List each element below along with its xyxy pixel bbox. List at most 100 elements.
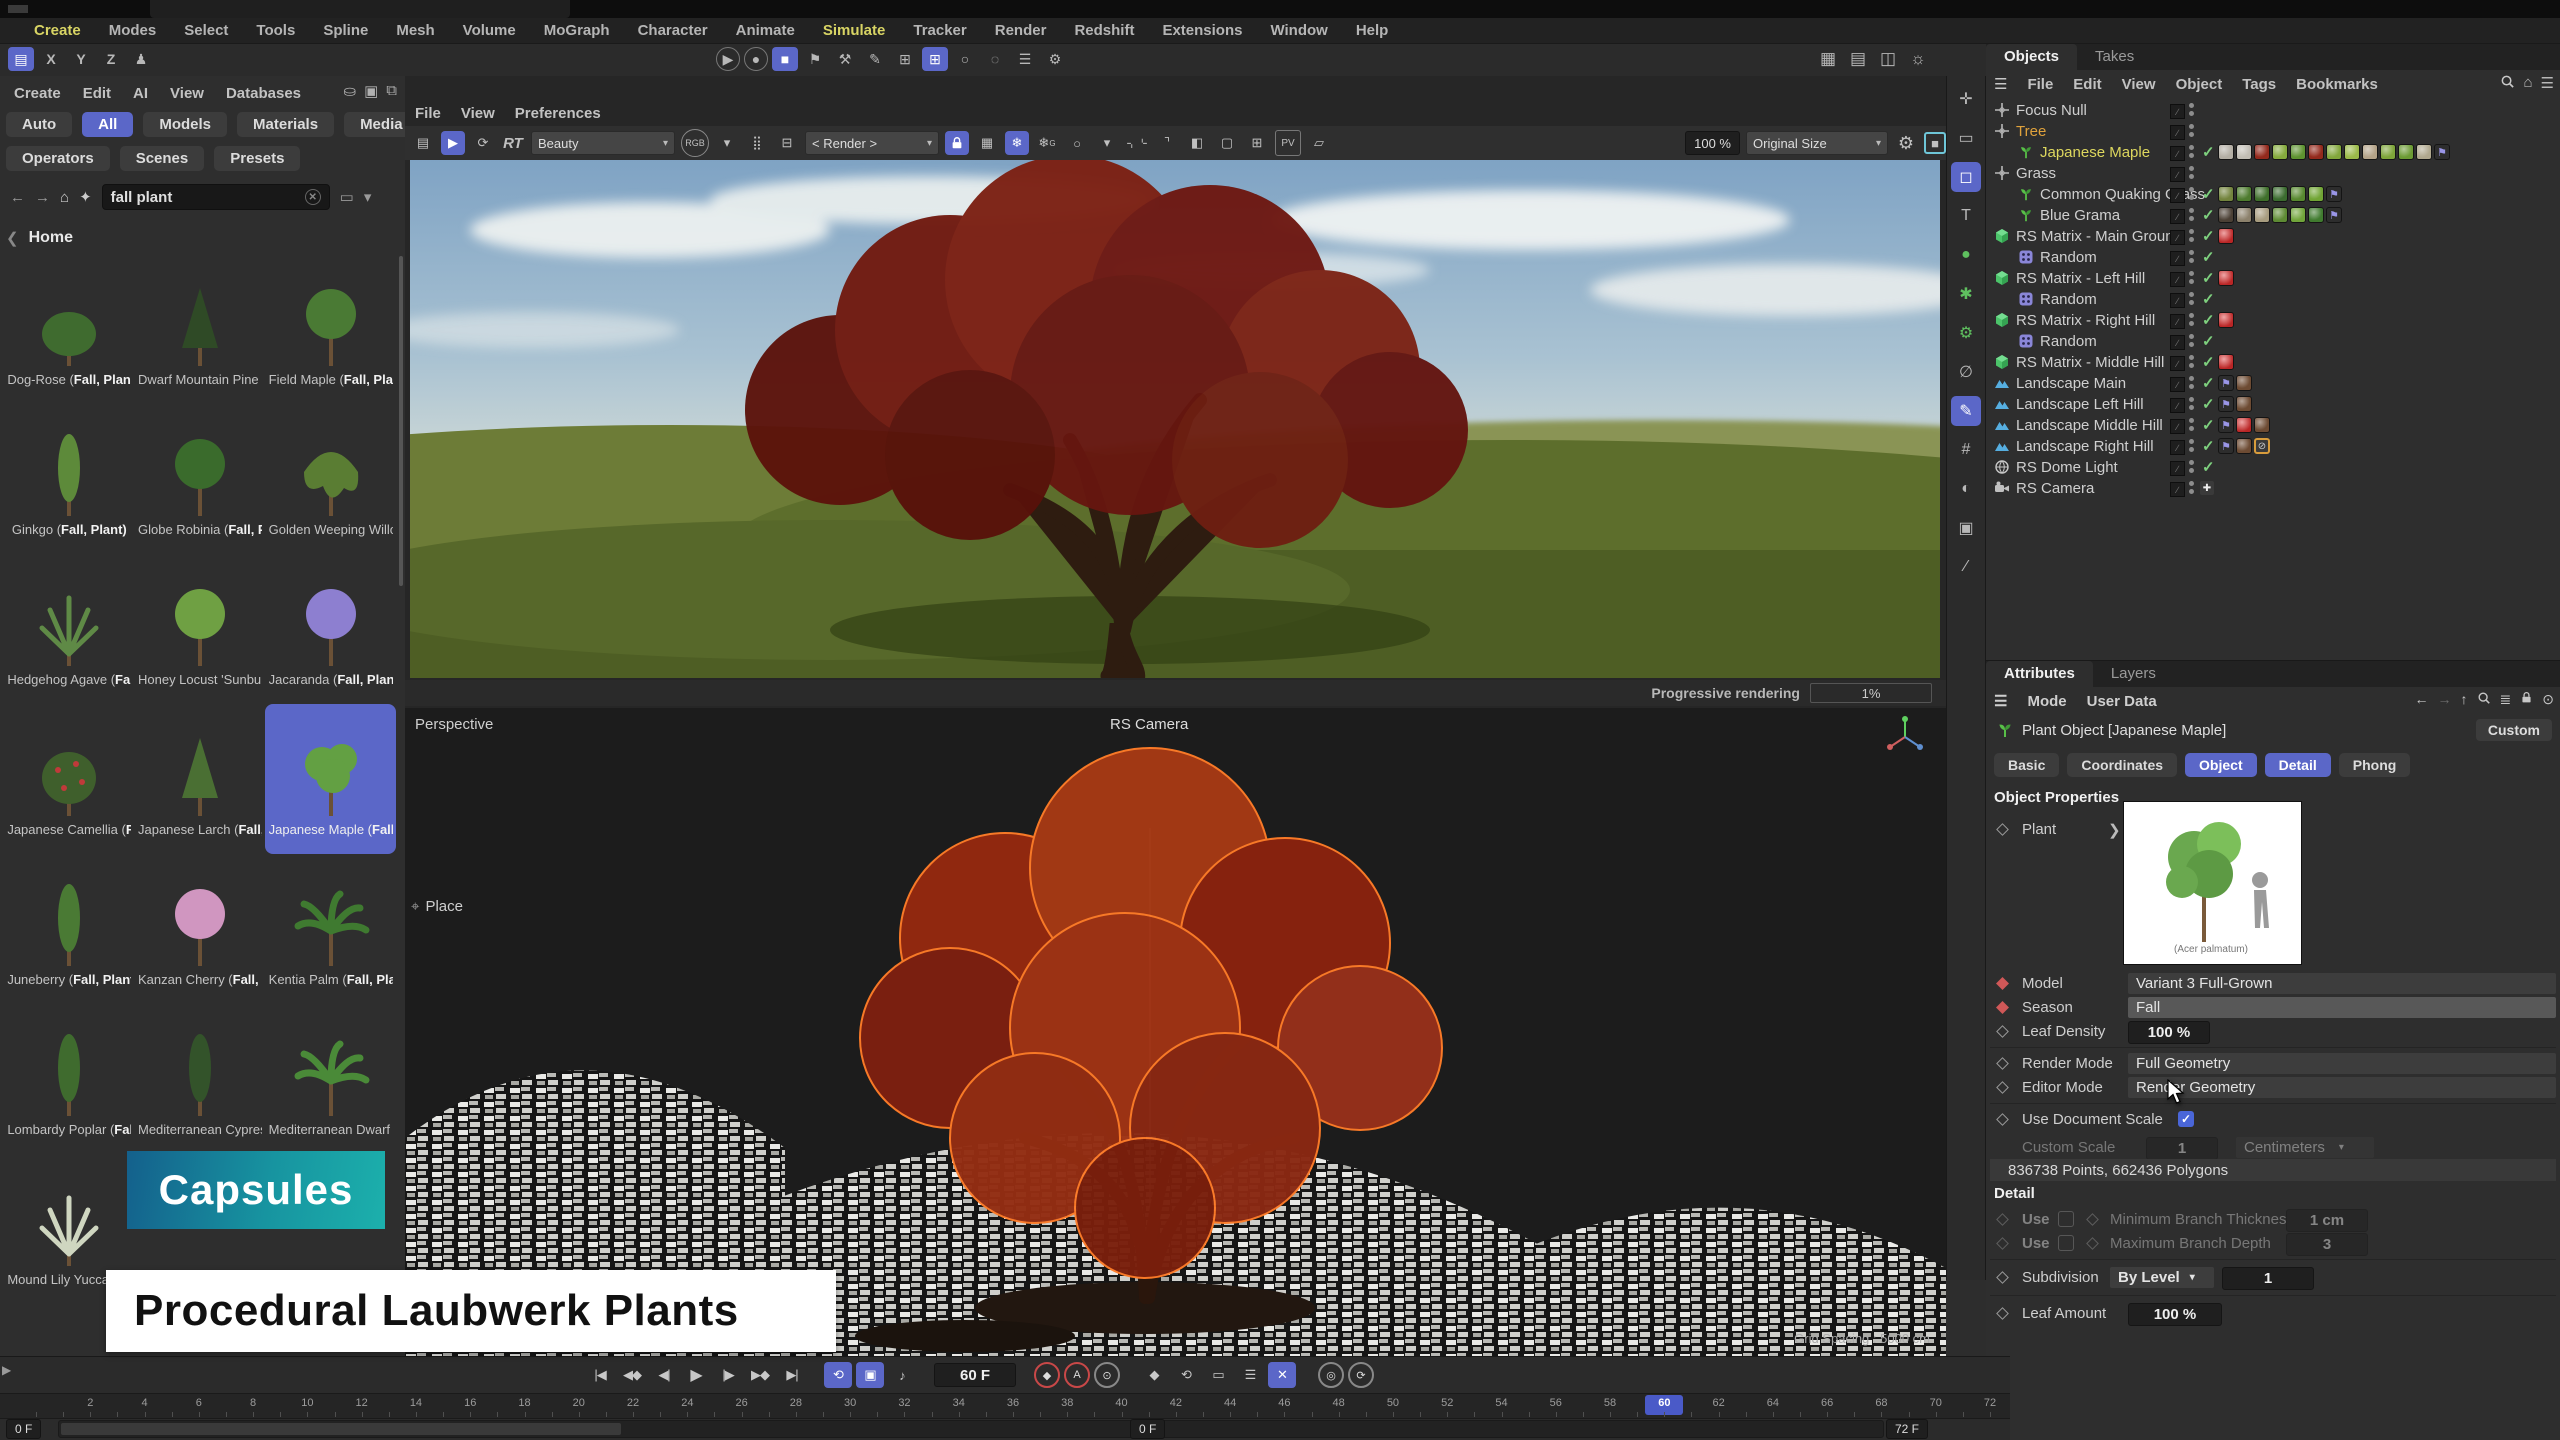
model-dropdown[interactable]: Variant 3 Full-Grown [2128, 973, 2556, 994]
tag-chip[interactable]: ⚑ [2434, 144, 2450, 160]
material-chip[interactable] [2236, 375, 2252, 391]
material-chip[interactable] [2236, 396, 2252, 412]
tag-chip[interactable]: ⚑ [2326, 186, 2342, 202]
am-menu-ai[interactable]: AI [133, 85, 148, 102]
play-forward-button[interactable]: |▶ [714, 1362, 742, 1388]
edit-toggle[interactable]: ∕ [2170, 125, 2185, 140]
image-icon[interactable]: ▢ [1215, 131, 1239, 155]
material-chip[interactable] [2362, 144, 2378, 160]
loop-button[interactable]: ⟲ [824, 1362, 852, 1388]
crop-icon[interactable]: ⊟ [775, 131, 799, 155]
forward-icon[interactable]: → [35, 189, 50, 206]
current-frame-field[interactable]: 60 F [934, 1363, 1016, 1387]
object-name[interactable]: RS Matrix - Main Ground [2016, 228, 2182, 245]
grid-icon[interactable]: ⊞ [892, 47, 918, 71]
visibility-dots[interactable] [2189, 355, 2194, 368]
goto-start-button[interactable]: |◀ [586, 1362, 614, 1388]
edit-toggle[interactable]: ∕ [2170, 230, 2185, 245]
snapshot-icon[interactable]: ❄ [1005, 131, 1029, 155]
camera-tool-icon[interactable]: ▣ [1951, 513, 1981, 543]
asset-item-mediterranean-dwarf[interactable]: Mediterranean Dwarf ... [265, 1004, 396, 1154]
beauty-dropdown[interactable]: Beauty▾ [531, 131, 675, 155]
play-button[interactable]: ▶ [682, 1362, 710, 1388]
grid-snap-icon[interactable]: ⊞ [922, 47, 948, 71]
coordinate-icon[interactable]: ▤ [8, 47, 34, 71]
redshift-material-chip[interactable] [2218, 354, 2234, 370]
snapshot-g-icon[interactable]: ❄G [1035, 131, 1059, 155]
object-row-japanese-maple[interactable]: Japanese Maple ∕ ✓ ⚑ [1986, 142, 2560, 163]
enabled-check-icon[interactable]: ✓ [2202, 311, 2215, 329]
filter-materials[interactable]: Materials [237, 112, 334, 137]
tab-takes[interactable]: Takes [2077, 44, 2152, 70]
season-dropdown[interactable]: Fall [2128, 997, 2556, 1018]
edit-toggle[interactable]: ∕ [2170, 104, 2185, 119]
object-name[interactable]: Random [2040, 249, 2097, 266]
max-branch-field[interactable]: 3 [2286, 1233, 2368, 1256]
filter-operators[interactable]: Operators [6, 146, 110, 171]
pencil-tool-icon[interactable]: ∕ [1951, 552, 1981, 582]
am-menu-create[interactable]: Create [14, 85, 61, 102]
material-chip[interactable] [2416, 144, 2432, 160]
home-icon[interactable]: ⌂ [60, 189, 69, 206]
dither-icon[interactable]: ⣿ [745, 131, 769, 155]
back-icon[interactable]: ← [2415, 691, 2429, 708]
object-name[interactable]: RS Matrix - Left Hill [2016, 270, 2145, 287]
play-icon[interactable]: ▶ [441, 131, 465, 155]
visibility-dots[interactable] [2189, 292, 2194, 305]
asset-item-juneberry-fall-plant[interactable]: Juneberry (Fall, Plant) [4, 854, 135, 1004]
edit-toggle[interactable]: ∕ [2170, 419, 2185, 434]
document-tab[interactable] [150, 0, 570, 18]
menu-animate[interactable]: Animate [736, 22, 795, 39]
object-name[interactable]: Landscape Left Hill [2016, 396, 2144, 413]
use-doc-scale-checkbox[interactable]: ✓ [2178, 1111, 2194, 1127]
hamburger-icon[interactable]: ☰ [1994, 75, 2007, 93]
clapperboard-icon[interactable]: ▤ [411, 131, 435, 155]
object-name[interactable]: Tree [2016, 123, 2046, 140]
menu-window[interactable]: Window [1270, 22, 1327, 39]
menu-volume[interactable]: Volume [463, 22, 516, 39]
grid-tool-icon[interactable]: # [1951, 435, 1981, 465]
material-chip[interactable] [2236, 438, 2252, 454]
tab-layers[interactable]: Layers [2093, 661, 2174, 687]
flag-icon[interactable]: ⚑ [802, 47, 828, 71]
range-slider-track[interactable] [58, 1420, 1884, 1438]
tab-attributes[interactable]: Attributes [1986, 661, 2093, 687]
monitor-icon[interactable]: ▦ [1815, 47, 1841, 71]
rv-menu-file[interactable]: File [415, 105, 441, 122]
material-chip[interactable] [2218, 186, 2234, 202]
region-circle-icon[interactable]: ○ [1065, 131, 1089, 155]
material-chip[interactable] [2272, 186, 2288, 202]
key-diamond-icon[interactable] [1996, 1081, 2009, 1094]
am-menu-view[interactable]: View [170, 85, 204, 102]
visibility-dots[interactable] [2189, 313, 2194, 326]
record-circle-icon[interactable]: ● [744, 47, 768, 71]
asset-item-honey-locust-sunbur[interactable]: Honey Locust 'Sunbur... [135, 554, 266, 704]
object-row-landscape-middle-hill[interactable]: Landscape Middle Hill ∕ ✓ ⚑ [1986, 415, 2560, 436]
object-row-grass[interactable]: Grass ∕ [1986, 163, 2560, 184]
object-name[interactable]: RS Matrix - Right Hill [2016, 312, 2155, 329]
menu-redshift[interactable]: Redshift [1074, 22, 1134, 39]
range-slider-handle[interactable] [61, 1423, 621, 1435]
size-dropdown[interactable]: Original Size▾ [1746, 131, 1888, 155]
menu-create[interactable]: Create [34, 22, 81, 39]
add-image-icon[interactable]: ⊞ [1245, 131, 1269, 155]
object-row-random[interactable]: Random ∕ ✓ [1986, 247, 2560, 268]
key-diamond-icon[interactable] [1996, 1271, 2009, 1284]
attr-menu-mode[interactable]: Mode [2027, 693, 2066, 710]
enabled-check-icon[interactable]: ✓ [2202, 437, 2215, 455]
tag-chip[interactable]: ⚑ [2218, 375, 2234, 391]
menu-help[interactable]: Help [1356, 22, 1389, 39]
play-circle-icon[interactable]: ▶ [716, 47, 740, 71]
cube-icon[interactable]: ■ [772, 47, 798, 71]
focus-fit-icon[interactable]: ⌝ [1155, 131, 1179, 155]
smart-search-icon[interactable]: ✦ [79, 188, 92, 206]
filter-models[interactable]: Models [143, 112, 227, 137]
search-icon[interactable] [2500, 74, 2515, 89]
object-name[interactable]: Landscape Main [2016, 375, 2126, 392]
object-row-random[interactable]: Random ∕ ✓ [1986, 331, 2560, 352]
edit-toggle[interactable]: ∕ [2170, 461, 2185, 476]
object-name[interactable]: RS Dome Light [2016, 459, 2118, 476]
filter-icon[interactable]: ≣ [2500, 691, 2512, 708]
visibility-dots[interactable] [2189, 397, 2194, 410]
material-chip[interactable] [2326, 144, 2342, 160]
